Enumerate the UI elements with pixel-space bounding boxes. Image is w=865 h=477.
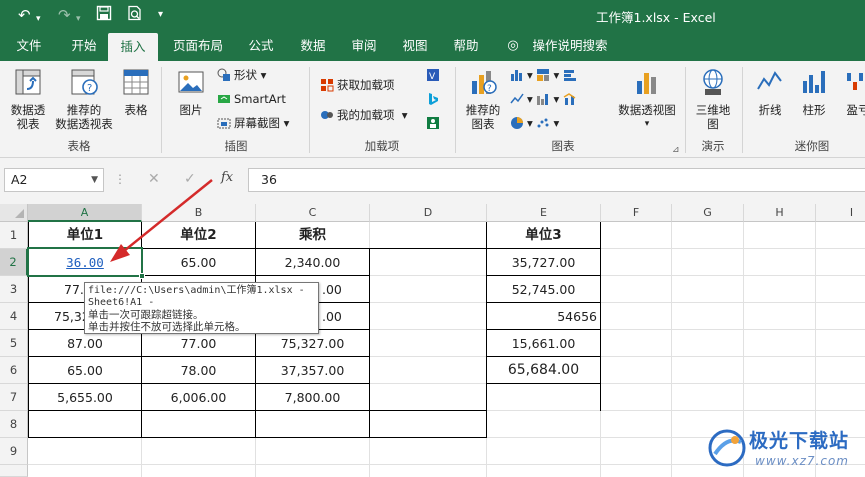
excel-window: ↶ ▾ ↷ ▾ ▾ 工作簿1.xlsx - Excel 文件 开始 插入 页面布…: [0, 0, 865, 477]
red-annotation-arrow: [110, 179, 213, 262]
